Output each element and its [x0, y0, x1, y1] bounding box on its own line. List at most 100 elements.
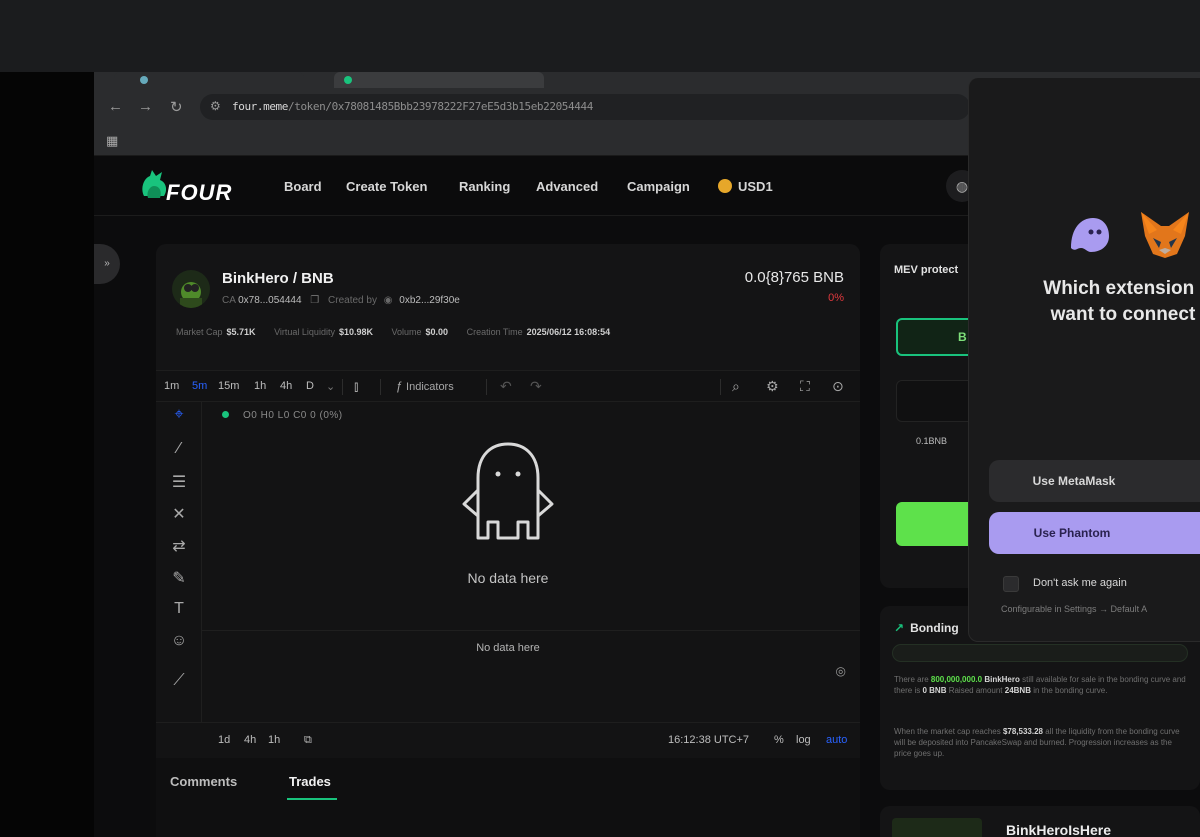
nav-campaign[interactable]: Campaign	[627, 179, 690, 194]
panel-tabs: Comments Trades	[156, 758, 860, 837]
nav-advanced[interactable]: Advanced	[536, 179, 598, 194]
timeframe-15m[interactable]: 15m	[218, 380, 239, 392]
range-1d[interactable]: 1d	[218, 734, 230, 746]
nav-currency[interactable]: USD1	[718, 179, 773, 194]
tab-trades[interactable]: Trades	[289, 774, 331, 789]
timeframe-5m[interactable]: 5m	[192, 380, 207, 392]
timeframe-d[interactable]: D	[306, 380, 314, 392]
liquidity-value: $10.98K	[338, 327, 373, 337]
market-cap-value: $5.71K	[226, 327, 256, 337]
redo-icon[interactable]: ↷	[530, 378, 542, 395]
creator-avatar-icon: ◉	[383, 295, 393, 306]
eye-icon[interactable]: ◎	[836, 664, 846, 678]
bond-text-part: When the market cap reaches	[894, 727, 1003, 736]
token-price: 0.0{8}765 BNB	[744, 269, 844, 286]
ohlc-values: O0 H0 L0 C0 0 (0%)	[243, 410, 343, 421]
arrow-right-icon[interactable]: →	[138, 98, 153, 115]
currency-label: USD1	[738, 179, 773, 194]
stat-label: Volume	[391, 327, 422, 337]
trend-line-icon[interactable]: ⁄	[168, 440, 190, 458]
candle-style-icon[interactable]: ⫾	[354, 378, 358, 395]
bonding-description: There are 800,000,000.0 BinkHero still a…	[894, 674, 1190, 696]
raised-amount: 24BNB	[1004, 686, 1031, 695]
price-chart[interactable]: ⌖ ⁄ ☰ ✕ ⇄ ✎ T ☺ ⟋ O0 H0 L0 C0 0 (0%) No …	[156, 402, 860, 722]
timeframe-1h[interactable]: 1h	[254, 380, 266, 392]
reload-icon[interactable]: ↻	[170, 98, 183, 116]
logo-text[interactable]: FOUR	[166, 180, 232, 206]
toolbar-divider	[380, 379, 381, 395]
sidebar-toggle-button[interactable]: »	[94, 244, 120, 284]
creator-address[interactable]: 0xb2...29f30e	[399, 295, 460, 306]
calendar-range-icon[interactable]: ⧉	[304, 734, 312, 747]
chart-time: 16:12:38 UTC+7	[668, 734, 750, 746]
config-note: Configurable in Settings → Default A	[1001, 604, 1148, 614]
site-info-icon[interactable]: ⚙	[210, 99, 221, 113]
arrow-left-icon[interactable]: ←	[108, 98, 123, 115]
indicators-button[interactable]: ƒ Indicators	[396, 379, 454, 393]
apps-grid-icon[interactable]: ▦	[106, 133, 118, 149]
dont-ask-checkbox[interactable]	[1003, 576, 1019, 592]
tab-comments[interactable]: Comments	[170, 774, 237, 789]
indicators-icon: ƒ	[396, 379, 403, 393]
ruler-icon[interactable]: ⟋	[168, 672, 190, 690]
bonding-migration-note: When the market cap reaches $78,533.28 a…	[894, 726, 1190, 759]
dont-ask-label[interactable]: Don't ask me again	[1033, 577, 1127, 589]
token-panel: BinkHero / BNB CA 0x78...054444 ❐ Create…	[156, 244, 860, 837]
price-change: 0%	[828, 292, 844, 304]
range-4h[interactable]: 4h	[244, 734, 256, 746]
phantom-logo-icon	[1071, 218, 1109, 252]
stat-label: Virtual Liquidity	[274, 327, 335, 337]
pattern-icon[interactable]: ✕	[168, 504, 190, 524]
contract-address: 0x78...054444	[238, 295, 302, 306]
browser-tab-active[interactable]	[334, 72, 544, 88]
preset-amount-button[interactable]: 0.1BNB	[916, 436, 947, 446]
nav-board[interactable]: Board	[284, 179, 322, 194]
mev-protect-label: MEV protect	[894, 264, 959, 276]
bonding-title-text: Bonding	[910, 621, 959, 635]
tab-favicon-icon	[140, 76, 148, 84]
log-toggle[interactable]: log	[796, 734, 811, 746]
bonding-progress-bar	[892, 644, 1188, 662]
camera-icon[interactable]: ⊙	[832, 378, 844, 395]
bonding-title: ↗ Bonding	[894, 621, 959, 635]
browser-tab[interactable]	[114, 72, 304, 88]
ghost-icon	[462, 442, 554, 540]
chevron-down-icon[interactable]: ⌄	[326, 380, 335, 393]
settings-gear-icon[interactable]: ⚙	[766, 378, 779, 395]
token-stats: Market Cap $5.71K Virtual Liquidity $10.98…	[176, 327, 626, 337]
range-1h[interactable]: 1h	[268, 734, 280, 746]
zoom-icon[interactable]: ⌕	[732, 378, 740, 395]
undo-icon[interactable]: ↶	[500, 378, 512, 395]
nav-create-token[interactable]: Create Token	[346, 179, 427, 194]
copy-icon[interactable]: ❐	[310, 295, 319, 306]
bond-text-part: There are	[894, 675, 931, 684]
promo-title: BinkHeroIsHere	[1006, 822, 1112, 837]
nav-ranking[interactable]: Ranking	[459, 179, 510, 194]
fib-retracement-icon[interactable]: ☰	[168, 472, 190, 492]
timeframe-1m[interactable]: 1m	[164, 380, 179, 392]
use-metamask-button[interactable]: Use MetaMask	[989, 460, 1200, 502]
chart-line-icon: ↗	[894, 621, 905, 635]
percent-toggle[interactable]: %	[774, 734, 784, 746]
no-data-sub-message: No data here	[476, 642, 540, 654]
fullscreen-icon[interactable]: ⛶	[800, 378, 810, 395]
use-phantom-button[interactable]: Use Phantom	[989, 512, 1200, 554]
projection-icon[interactable]: ⇄	[168, 536, 190, 556]
volume-value: $0.00	[425, 327, 449, 337]
crosshair-icon[interactable]: ⌖	[168, 406, 190, 424]
token-sub-row: CA 0x78...054444 ❐ Created by ◉ 0xb2...2…	[222, 295, 460, 306]
toolbar-divider	[486, 379, 487, 395]
ohlc-legend: O0 H0 L0 C0 0 (0%)	[222, 410, 343, 421]
tokens-available: 800,000,000.0	[930, 675, 983, 684]
auto-toggle[interactable]: auto	[826, 734, 847, 746]
tab-favicon-icon	[344, 76, 352, 84]
indicators-label: Indicators	[406, 381, 454, 393]
token-avatar	[172, 270, 210, 308]
text-tool-icon[interactable]: T	[168, 600, 190, 618]
ca-label: CA	[222, 295, 236, 306]
url-field[interactable]: ⚙ four.meme/token/0x78081485Bbb23978222F…	[200, 94, 970, 120]
pane-divider	[202, 630, 860, 631]
metamask-logo-icon	[1141, 212, 1189, 258]
timeframe-4h[interactable]: 4h	[280, 380, 292, 392]
wallet-question: Which extension do want to connect w	[983, 276, 1200, 328]
